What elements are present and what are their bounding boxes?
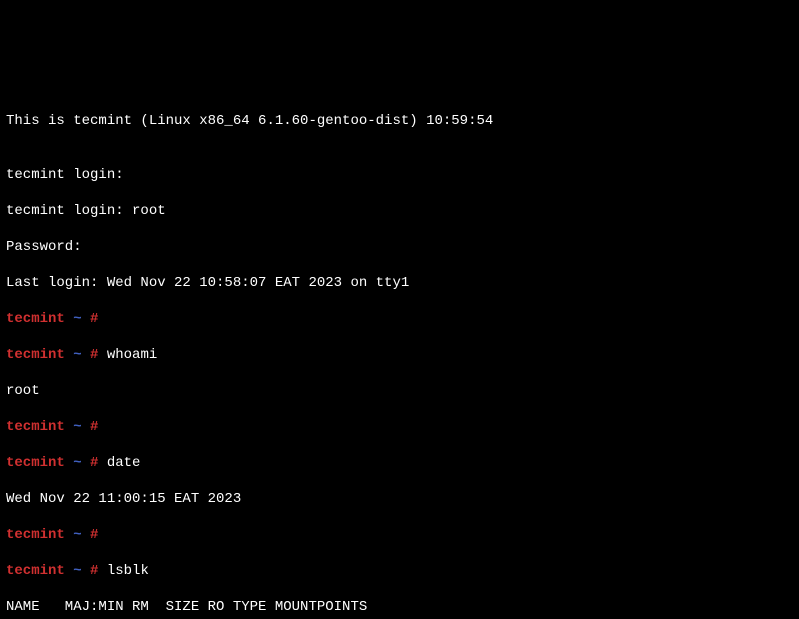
prompt-line: tecmint ~ # xyxy=(6,310,793,328)
prompt-symbol: # xyxy=(90,311,98,327)
prompt-line-whoami: tecmint ~ # whoami xyxy=(6,346,793,364)
prompt-dir: ~ xyxy=(73,419,81,435)
login-prompt-1: tecmint login: xyxy=(6,166,793,184)
prompt-dir: ~ xyxy=(73,347,81,363)
prompt-host: tecmint xyxy=(6,527,65,543)
cmd-whoami: whoami xyxy=(107,347,157,363)
password-prompt: Password: xyxy=(6,238,793,256)
prompt-host: tecmint xyxy=(6,311,65,327)
prompt-line: tecmint ~ # xyxy=(6,418,793,436)
cmd-lsblk: lsblk xyxy=(107,563,149,579)
output-whoami: root xyxy=(6,382,793,400)
prompt-symbol: # xyxy=(90,455,98,471)
prompt-host: tecmint xyxy=(6,455,65,471)
prompt-dir: ~ xyxy=(73,527,81,543)
prompt-line-lsblk: tecmint ~ # lsblk xyxy=(6,562,793,580)
prompt-host: tecmint xyxy=(6,347,65,363)
output-date: Wed Nov 22 11:00:15 EAT 2023 xyxy=(6,490,793,508)
prompt-host: tecmint xyxy=(6,563,65,579)
prompt-line: tecmint ~ # xyxy=(6,526,793,544)
prompt-symbol: # xyxy=(90,563,98,579)
prompt-symbol: # xyxy=(90,527,98,543)
banner-line: This is tecmint (Linux x86_64 6.1.60-gen… xyxy=(6,112,793,130)
terminal[interactable]: This is tecmint (Linux x86_64 6.1.60-gen… xyxy=(0,90,799,619)
login-prompt-2: tecmint login: root xyxy=(6,202,793,220)
prompt-symbol: # xyxy=(90,419,98,435)
last-login-line: Last login: Wed Nov 22 10:58:07 EAT 2023… xyxy=(6,274,793,292)
prompt-dir: ~ xyxy=(73,563,81,579)
prompt-dir: ~ xyxy=(73,311,81,327)
prompt-host: tecmint xyxy=(6,419,65,435)
cmd-date: date xyxy=(107,455,141,471)
prompt-symbol: # xyxy=(90,347,98,363)
prompt-line-date: tecmint ~ # date xyxy=(6,454,793,472)
prompt-dir: ~ xyxy=(73,455,81,471)
